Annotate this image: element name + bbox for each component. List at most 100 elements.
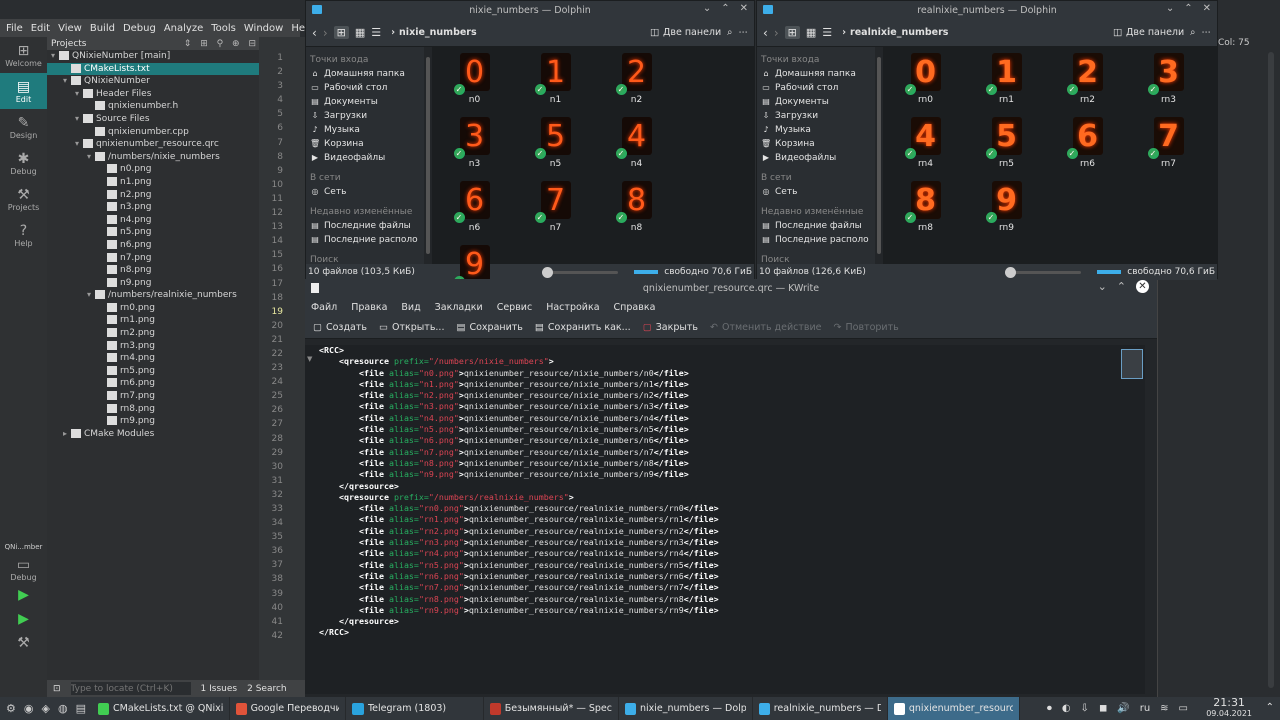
compact-view-icon[interactable]: ▦ — [355, 26, 365, 39]
tree-item[interactable]: qnixienumber.cpp — [47, 126, 259, 139]
kwrite-menu-item[interactable]: Файл — [311, 302, 337, 313]
clock[interactable]: 21:31 09.04.2021 — [1206, 697, 1252, 719]
zoom-slider[interactable] — [542, 266, 619, 278]
file-item[interactable]: 4 ✓ rn4 — [885, 113, 966, 177]
file-item[interactable]: 3 ✓ rn3 — [1128, 49, 1209, 113]
file-item[interactable]: 6 ✓ n6 — [434, 177, 515, 241]
breadcrumb[interactable]: › realnixie_numbers — [842, 27, 948, 38]
qtc-menu-item[interactable]: View — [58, 23, 82, 34]
maximize-icon[interactable]: ⌃ — [1117, 280, 1126, 293]
task-button[interactable]: Telegram (1803) — [346, 697, 484, 720]
закрыть-button[interactable]: ▢ Закрыть — [643, 322, 698, 333]
file-item[interactable]: 1 ✓ n1 — [515, 49, 596, 113]
breadcrumb[interactable]: › nixie_numbers — [391, 27, 477, 38]
task-button[interactable]: realnixie_numbers — D... — [753, 697, 888, 720]
file-item[interactable]: 5 ✓ n5 — [515, 113, 596, 177]
kit-selector[interactable]: ▭ Debug — [0, 551, 47, 587]
files-icon[interactable]: ▤ — [76, 702, 86, 715]
place-item[interactable]: ⇩ Загрузки — [306, 109, 424, 123]
file-item[interactable]: 0 ✓ n0 — [434, 49, 515, 113]
mode-welcome[interactable]: ⊞ Welcome — [0, 37, 47, 73]
menu-icon[interactable]: ⋯ — [739, 27, 749, 38]
search-icon[interactable]: ⌕ — [727, 27, 732, 38]
tree-item[interactable]: ▾ /numbers/nixie_numbers — [47, 151, 259, 164]
tree-item[interactable]: n6.png — [47, 239, 259, 252]
wifi-icon[interactable]: ≋ — [1160, 703, 1168, 714]
jetbrains-icon[interactable]: ◈ — [41, 702, 49, 715]
menu-icon[interactable]: ⋯ — [1202, 27, 1212, 38]
tree-item[interactable]: rn4.png — [47, 352, 259, 365]
places-scrollbar[interactable] — [877, 57, 881, 254]
place-item[interactable]: ▤ Последние файлы — [306, 219, 424, 233]
сохранить-button[interactable]: ▤ Сохранить — [456, 322, 522, 333]
place-item[interactable]: ♪ Музыка — [757, 123, 875, 137]
debug-run-icon[interactable]: ▶ — [0, 611, 47, 635]
tree-item[interactable]: ▾ Source Files — [47, 113, 259, 126]
kwrite-menu-item[interactable]: Правка — [351, 302, 387, 313]
tree-item[interactable]: n8.png — [47, 264, 259, 277]
details-view-icon[interactable]: ☰ — [371, 26, 381, 39]
file-item[interactable]: 4 ✓ n4 — [596, 113, 677, 177]
tree-item[interactable]: rn9.png — [47, 415, 259, 428]
volume-icon[interactable]: 🔊 — [1117, 703, 1129, 714]
forward-icon[interactable]: › — [323, 26, 328, 40]
back-icon[interactable]: ‹ — [763, 26, 768, 40]
close-icon[interactable]: ✕ — [1136, 280, 1149, 293]
clipboard-icon[interactable]: ⏺ — [1047, 703, 1052, 714]
place-item[interactable]: ▤ Документы — [757, 95, 875, 109]
task-button[interactable]: CMakeLists.txt @ QNixi... — [92, 697, 230, 720]
place-item[interactable]: ▤ Последние файлы — [757, 219, 875, 233]
close-icon[interactable]: ✕ — [1203, 3, 1211, 14]
tree-item[interactable]: rn5.png — [47, 365, 259, 378]
tree-item[interactable]: n4.png — [47, 214, 259, 227]
tree-item[interactable]: CMakeLists.txt — [47, 62, 259, 76]
compact-view-icon[interactable]: ▦ — [806, 26, 816, 39]
qtc-menu-item[interactable]: Tools — [211, 23, 236, 34]
tree-item[interactable]: ▾ QNixieNumber — [47, 75, 259, 88]
tree-item[interactable]: n3.png — [47, 201, 259, 214]
projects-toolbar-icons[interactable]: ⇕ ⊞ ⚲ ⊕ ⊟ — [184, 39, 259, 49]
tree-item[interactable]: rn1.png — [47, 314, 259, 327]
file-item[interactable]: 0 ✓ rn0 — [885, 49, 966, 113]
issues-tab[interactable]: 1 Issues — [201, 684, 238, 694]
places-scrollbar[interactable] — [426, 57, 430, 254]
place-item[interactable]: 🗑 Корзина — [306, 137, 424, 151]
qtc-menu-item[interactable]: Analyze — [164, 23, 203, 34]
place-item[interactable]: ◎ Сеть — [306, 185, 424, 199]
qtc-menu-item[interactable]: Window — [244, 23, 283, 34]
icons-view-icon[interactable]: ⊞ — [784, 26, 800, 39]
kwrite-menu-item[interactable]: Настройка — [546, 302, 599, 313]
mode-design[interactable]: ✎ Design — [0, 109, 47, 145]
updates-icon[interactable]: ⇩ — [1081, 703, 1089, 714]
tree-item[interactable]: rn3.png — [47, 340, 259, 353]
task-button[interactable]: qnixienumber_resourc... — [887, 697, 1020, 720]
tree-item[interactable]: n0.png — [47, 163, 259, 176]
tree-item[interactable]: ▾ Header Files — [47, 88, 259, 101]
task-button[interactable]: nixie_numbers — Dolp... — [619, 697, 753, 720]
kwrite-menu-item[interactable]: Справка — [614, 302, 656, 313]
icons-view-icon[interactable]: ⊞ — [333, 26, 349, 39]
locate-input[interactable] — [70, 682, 191, 695]
tree-item[interactable]: rn8.png — [47, 403, 259, 416]
открыть--button[interactable]: ▭ Открыть... — [379, 322, 444, 333]
создать-button[interactable]: ▢ Создать — [313, 322, 367, 333]
tree-item[interactable]: n2.png — [47, 189, 259, 202]
vpn-icon[interactable]: ◼ — [1099, 703, 1107, 714]
tree-item[interactable]: rn6.png — [47, 377, 259, 390]
place-item[interactable]: ⌂ Домашняя папка — [306, 67, 424, 81]
place-item[interactable]: ▭ Рабочий стол — [757, 81, 875, 95]
firefox-icon[interactable]: ◍ — [58, 702, 68, 715]
place-item[interactable]: 🗑 Корзина — [757, 137, 875, 151]
forward-icon[interactable]: › — [774, 26, 779, 40]
mode-help[interactable]: ? Help — [0, 217, 47, 253]
kwrite-menu-item[interactable]: Закладки — [435, 302, 483, 313]
tree-item[interactable]: qnixienumber.h — [47, 100, 259, 113]
file-item[interactable]: 5 ✓ rn5 — [966, 113, 1047, 177]
mode-edit[interactable]: ▤ Edit — [0, 73, 47, 109]
place-item[interactable]: ♪ Музыка — [306, 123, 424, 137]
fold-icon[interactable]: ▼ — [307, 355, 312, 363]
maximize-icon[interactable]: ⌃ — [721, 3, 729, 14]
tree-item[interactable]: n7.png — [47, 252, 259, 265]
file-item[interactable]: 8 ✓ rn8 — [885, 177, 966, 241]
сохранить-как--button[interactable]: ▤ Сохранить как... — [535, 322, 631, 333]
